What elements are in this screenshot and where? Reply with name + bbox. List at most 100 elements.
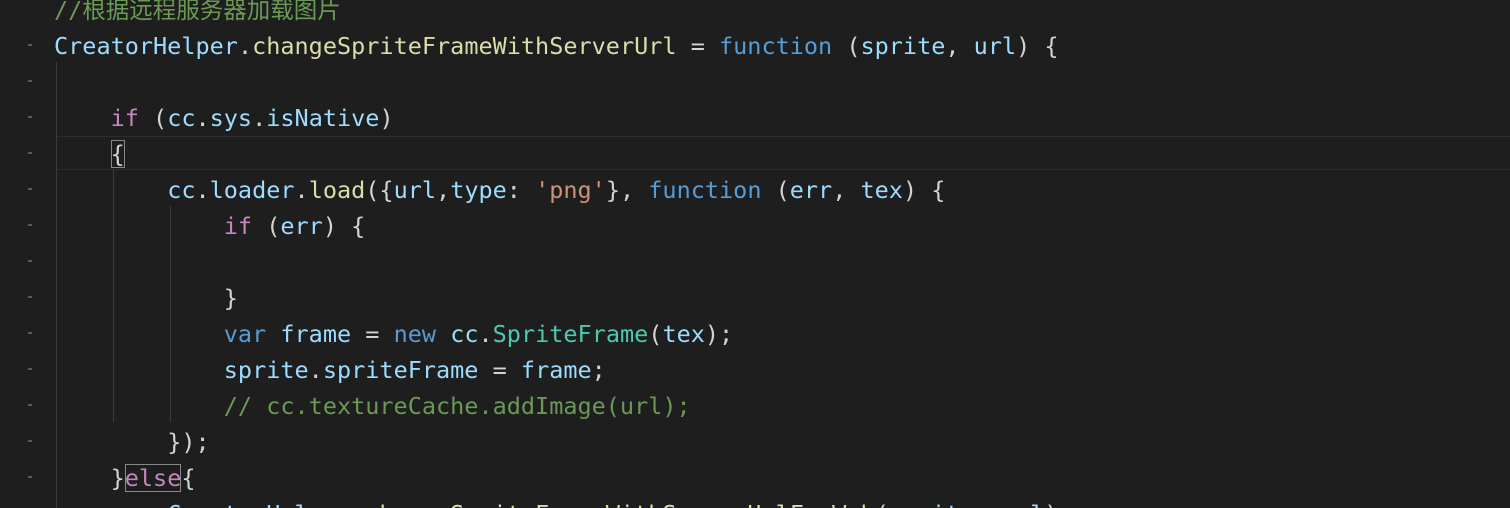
gutter-tick bbox=[28, 116, 32, 118]
gutter-tick bbox=[28, 440, 32, 442]
code-token: new bbox=[393, 320, 437, 348]
code-token: function bbox=[719, 32, 833, 60]
gutter-tick bbox=[28, 368, 32, 370]
code-token: loader bbox=[209, 176, 295, 204]
code-token: { bbox=[110, 140, 125, 168]
code-line[interactable]: // cc.textureCache.addImage(url); bbox=[54, 388, 1073, 424]
gutter-tick bbox=[28, 260, 32, 262]
code-line[interactable]: if (cc.sys.isNative) bbox=[54, 100, 1073, 136]
code-token: }); bbox=[167, 428, 210, 456]
code-token: ( bbox=[832, 32, 861, 60]
code-token: cc bbox=[167, 176, 196, 204]
code-token: = bbox=[351, 320, 394, 348]
code-token: ({ bbox=[365, 176, 394, 204]
code-line[interactable]: //根据远程服务器加载图片 bbox=[54, 0, 1073, 28]
code-token: . bbox=[237, 32, 253, 60]
code-token: . bbox=[195, 104, 210, 132]
code-token: type bbox=[450, 176, 507, 204]
code-line[interactable]: CreatorHelper.changeSpriteFrameWithServe… bbox=[54, 28, 1073, 64]
code-line[interactable]: cc.loader.load({url,type: 'png'}, functi… bbox=[54, 172, 1073, 208]
code-token: else bbox=[124, 464, 182, 492]
code-line[interactable]: { bbox=[54, 136, 1073, 172]
code-token: spriteFrame bbox=[322, 356, 479, 384]
code-token: . bbox=[308, 356, 323, 384]
code-token: . bbox=[351, 500, 365, 508]
code-token: err bbox=[789, 176, 833, 204]
code-token: { bbox=[181, 464, 196, 492]
code-token: CreatorHelper bbox=[54, 32, 238, 60]
code-token: ( bbox=[252, 212, 281, 240]
code-token: sprite bbox=[860, 32, 946, 60]
code-token: ) { bbox=[902, 176, 946, 204]
gutter-tick bbox=[28, 296, 32, 298]
code-line[interactable] bbox=[54, 64, 1073, 100]
code-token: isNative bbox=[266, 104, 380, 132]
code-token: ( bbox=[761, 176, 790, 204]
code-token: load bbox=[308, 176, 366, 204]
code-token: if bbox=[223, 212, 253, 240]
code-token: function bbox=[648, 176, 762, 204]
code-token: sys bbox=[209, 104, 253, 132]
gutter-tick bbox=[28, 332, 32, 334]
gutter-tick bbox=[28, 188, 32, 190]
code-line[interactable]: if (err) { bbox=[54, 208, 1073, 244]
code-token: ) bbox=[379, 104, 394, 132]
code-token: , bbox=[945, 32, 974, 60]
code-line[interactable]: }); bbox=[54, 424, 1073, 460]
code-token: . bbox=[252, 104, 267, 132]
code-line[interactable]: CreatorHelper.changeSpriteFrameWithServe… bbox=[54, 496, 1073, 508]
code-token: sprite bbox=[889, 500, 974, 508]
code-token: changeSpriteFrameWithServerUrlForWeb bbox=[365, 500, 874, 508]
code-token: tex bbox=[860, 176, 903, 204]
code-token: //根据远程服务器加载图片 bbox=[54, 0, 341, 24]
gutter-tick bbox=[28, 224, 32, 226]
code-token: , bbox=[974, 500, 1002, 508]
code-token: url bbox=[973, 32, 1017, 60]
code-token: changeSpriteFrameWithServerUrl bbox=[252, 32, 677, 60]
code-token: var bbox=[223, 320, 267, 348]
code-token: ; bbox=[591, 356, 606, 384]
code-line[interactable]: }else{ bbox=[54, 460, 1073, 496]
line-gutter[interactable] bbox=[0, 0, 40, 508]
code-token: ( bbox=[648, 320, 663, 348]
code-token: . bbox=[478, 320, 493, 348]
gutter-tick bbox=[28, 152, 32, 154]
gutter-tick bbox=[28, 404, 32, 406]
code-token: SpriteFrame bbox=[492, 320, 649, 348]
code-token: sprite bbox=[223, 356, 309, 384]
code-editor[interactable]: //根据远程服务器加载图片 CreatorHelper.changeSpriteF… bbox=[0, 0, 1510, 508]
gutter-tick bbox=[28, 44, 32, 46]
code-token: } bbox=[110, 464, 125, 492]
code-line[interactable]: var frame = new cc.SpriteFrame(tex); bbox=[54, 316, 1073, 352]
code-line[interactable] bbox=[54, 244, 1073, 280]
gutter-tick bbox=[28, 80, 32, 82]
code-token: CreatorHelper bbox=[167, 500, 351, 508]
code-line[interactable]: sprite.spriteFrame = frame; bbox=[54, 352, 1073, 388]
code-line[interactable]: } bbox=[54, 280, 1073, 316]
code-token: = bbox=[676, 32, 719, 60]
code-token: url bbox=[1002, 500, 1044, 508]
gutter-tick bbox=[28, 476, 32, 478]
code-area[interactable]: //根据远程服务器加载图片 CreatorHelper.changeSpriteF… bbox=[54, 0, 1073, 508]
code-token: , bbox=[832, 176, 861, 204]
code-token: : bbox=[506, 176, 536, 204]
code-token: cc bbox=[167, 104, 196, 132]
code-token: }, bbox=[605, 176, 649, 204]
code-token: = bbox=[478, 356, 521, 384]
code-token: ( bbox=[875, 500, 889, 508]
code-token: frame bbox=[280, 320, 352, 348]
code-token: ) { bbox=[1016, 32, 1059, 60]
code-token: , bbox=[436, 176, 451, 204]
